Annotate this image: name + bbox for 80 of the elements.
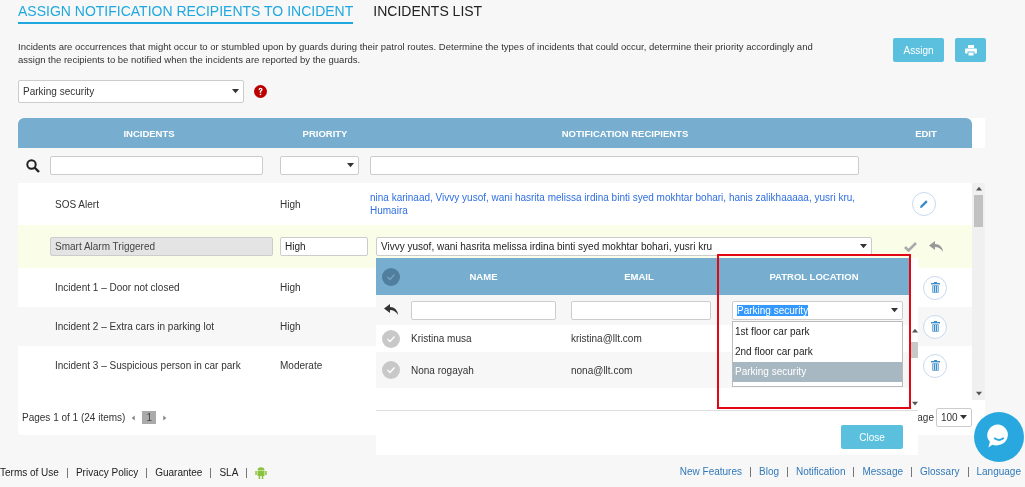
help-icon[interactable]: [254, 84, 267, 98]
next-page-button[interactable]: [161, 414, 167, 421]
footer-link[interactable]: Glossary: [920, 466, 960, 477]
footer-link[interactable]: Privacy Policy: [75, 467, 139, 478]
trash-icon: [930, 360, 940, 371]
footer-link[interactable]: Guarantee: [155, 467, 203, 478]
footer-link[interactable]: New Features: [679, 466, 742, 477]
scrollbar[interactable]: [972, 183, 985, 400]
column-header: PRIORITY: [301, 127, 349, 139]
incident-cell-text: Incident 2 – Extra cars in parking lot: [54, 321, 215, 332]
column-header: NAME: [468, 271, 499, 282]
incident-filter-field[interactable]: [50, 156, 263, 175]
caret-icon: [960, 414, 967, 421]
dropdown-option[interactable]: 2nd floor car park: [733, 342, 902, 362]
name-filter-field[interactable]: [411, 300, 556, 320]
footer-link[interactable]: SLA: [219, 467, 239, 478]
recipients-filter-field[interactable]: [370, 156, 859, 175]
scroll-up-icon[interactable]: [911, 328, 918, 334]
location-select[interactable]: Parking security: [18, 79, 244, 103]
email-cell-text: nona@llt.com: [570, 364, 634, 376]
priority-cell-text: High: [280, 282, 302, 293]
footer-link[interactable]: Notification: [796, 466, 846, 477]
scrollbar-thumb[interactable]: [974, 195, 983, 227]
scrollbar-thumb[interactable]: [910, 342, 918, 358]
incident-cell-text: SOS Alert: [54, 198, 100, 210]
priority-field[interactable]: High: [280, 237, 368, 256]
footer-link[interactable]: Terms of Use: [0, 467, 59, 478]
column-header: EDIT: [914, 127, 938, 139]
dropdown-option[interactable]: 1st floor car park: [733, 322, 902, 342]
caret-icon: [347, 162, 354, 169]
tab[interactable]: INCIDENTS LIST: [373, 3, 483, 22]
delete-button[interactable]: [923, 275, 947, 300]
footer-link[interactable]: Language: [976, 466, 1021, 477]
priority-cell-text: Moderate: [280, 360, 324, 371]
chat-bubble-icon[interactable]: [974, 412, 1024, 462]
search-icon: [26, 158, 40, 173]
trash-icon: [930, 282, 940, 293]
email-filter-field[interactable]: [571, 300, 711, 320]
name-cell-text: Kristina musa: [410, 333, 473, 344]
page-size-label: age: [917, 412, 934, 423]
column-header: NOTIFICATION RECIPIENTS: [560, 127, 690, 139]
column-header: EMAIL: [623, 271, 655, 282]
scroll-up-icon[interactable]: [975, 186, 982, 192]
trash-icon: [930, 321, 940, 332]
row-checkbox[interactable]: [382, 361, 400, 379]
incident-name-field[interactable]: Smart Alarm Triggered: [50, 237, 273, 256]
page-size-select[interactable]: 100: [936, 408, 972, 427]
name-cell-text: Nona rogayah: [410, 364, 475, 376]
print-button[interactable]: [955, 38, 986, 62]
description-text: Incidents are occurrences that might occur to or stumbled upon by guards during their patrol routes. Determine the types of incidents that could occur, determine their priority accordingly and assign the recipients to be notified when the incidents are reported by the guards.: [18, 40, 814, 66]
page-number-button[interactable]: 1: [142, 411, 156, 424]
undo-icon[interactable]: [383, 304, 399, 316]
caret-icon: [232, 87, 239, 95]
email-cell-text: kristina@llt.com: [570, 333, 643, 344]
check-icon[interactable]: [904, 241, 917, 252]
footer-link[interactable]: Blog: [759, 466, 779, 477]
scroll-down-icon[interactable]: [911, 401, 918, 407]
android-icon[interactable]: [255, 466, 268, 479]
recipients-select[interactable]: Vivvy yusof, wani hasrita melissa irdina binti syed mokhtar bohari, yusri kru: [376, 237, 872, 256]
column-header: PATROL LOCATION: [768, 271, 860, 282]
priority-cell-text: High: [280, 321, 302, 332]
priority-cell-text: High: [280, 198, 302, 210]
edit-button[interactable]: [912, 192, 936, 216]
priority-filter-select[interactable]: [280, 156, 359, 175]
select-all-checkbox[interactable]: [382, 267, 400, 286]
footer-link[interactable]: Message: [862, 466, 904, 477]
incident-cell-text: Incident 3 – Suspicious person in car park: [54, 360, 242, 371]
recipients-cell-text: nina karinaad, Vivvy yusof, wani hasrita melissa irdina binti syed mokhtar bohari, hanis zalikhaaaaa, yusri kru, Humaira: [370, 191, 857, 217]
delete-button[interactable]: [923, 314, 947, 339]
printer-icon: [964, 44, 977, 56]
scroll-down-icon[interactable]: [975, 391, 982, 397]
pager-summary: Pages 1 of 1 (24 items): [22, 412, 126, 423]
incident-cell-text: Incident 1 – Door not closed: [54, 282, 181, 293]
column-header: INCIDENTS: [122, 127, 176, 139]
caret-icon: [891, 306, 898, 314]
previous-page-button[interactable]: [131, 414, 137, 421]
delete-button[interactable]: [923, 353, 947, 378]
row-checkbox[interactable]: [382, 329, 400, 348]
pencil-icon: [919, 199, 929, 209]
caret-icon: [860, 243, 867, 250]
